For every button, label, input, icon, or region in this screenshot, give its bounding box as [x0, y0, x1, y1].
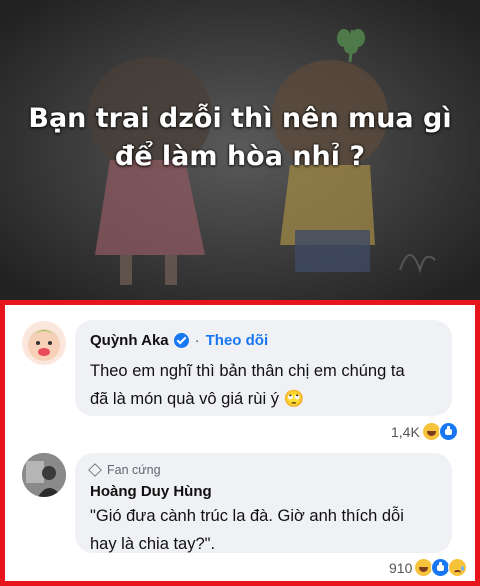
- banner-title-line-1: Bạn trai dzỗi thì nên mua gì: [28, 103, 452, 134]
- sad-icon: [448, 558, 468, 577]
- comment-author[interactable]: Quỳnh Aka: [90, 332, 169, 349]
- comment-text-line-2: đã là món quà vô giá rùi ý 🙄: [90, 390, 305, 408]
- follow-button[interactable]: Theo dõi: [206, 332, 269, 349]
- comment-text-line-1: Theo em nghĩ thì bản thân chị em chúng t…: [90, 362, 405, 380]
- reaction-count: 910: [389, 559, 413, 576]
- post-image[interactable]: Bạn trai dzỗi thì nên mua gì để làm hòa …: [0, 0, 480, 300]
- separator: ·: [194, 332, 200, 349]
- avatar-hung[interactable]: [22, 453, 66, 497]
- comment-header: Hoàng Duy Hùng: [90, 483, 212, 500]
- comment-text-line-2: hay là chia tay?".: [90, 535, 216, 553]
- comment-text-line-1: "Gió đưa cành trúc la đà. Giờ anh thích …: [90, 507, 404, 525]
- verified-badge-icon: [173, 333, 189, 348]
- avatar-image: [22, 453, 66, 497]
- haha-icon: [421, 422, 441, 441]
- comment-text: Theo em nghĩ thì bản thân chị em chúng t…: [90, 357, 405, 413]
- reaction-summary[interactable]: 910: [389, 558, 468, 577]
- comment-author[interactable]: Hoàng Duy Hùng: [90, 483, 212, 500]
- banner-title-line-2: để làm hòa nhỉ ?: [114, 141, 366, 172]
- avatar-quynh[interactable]: [22, 321, 66, 365]
- reaction-count: 1,4K: [391, 423, 420, 440]
- fan-badge: Fan cứng: [88, 463, 161, 477]
- diamond-icon: [88, 463, 102, 477]
- like-icon: [438, 422, 458, 441]
- avatar-image: [28, 329, 60, 361]
- comments-frame: Quỳnh Aka · Theo dõi Theo em nghĩ thì bả…: [0, 300, 480, 586]
- fan-badge-label: Fan cứng: [107, 463, 161, 477]
- comment-text: "Gió đưa cành trúc la đà. Giờ anh thích …: [90, 502, 404, 558]
- comment-header: Quỳnh Aka · Theo dõi: [90, 332, 268, 349]
- reaction-summary[interactable]: 1,4K: [391, 422, 458, 441]
- banner-title: Bạn trai dzỗi thì nên mua gì để làm hòa …: [0, 100, 480, 176]
